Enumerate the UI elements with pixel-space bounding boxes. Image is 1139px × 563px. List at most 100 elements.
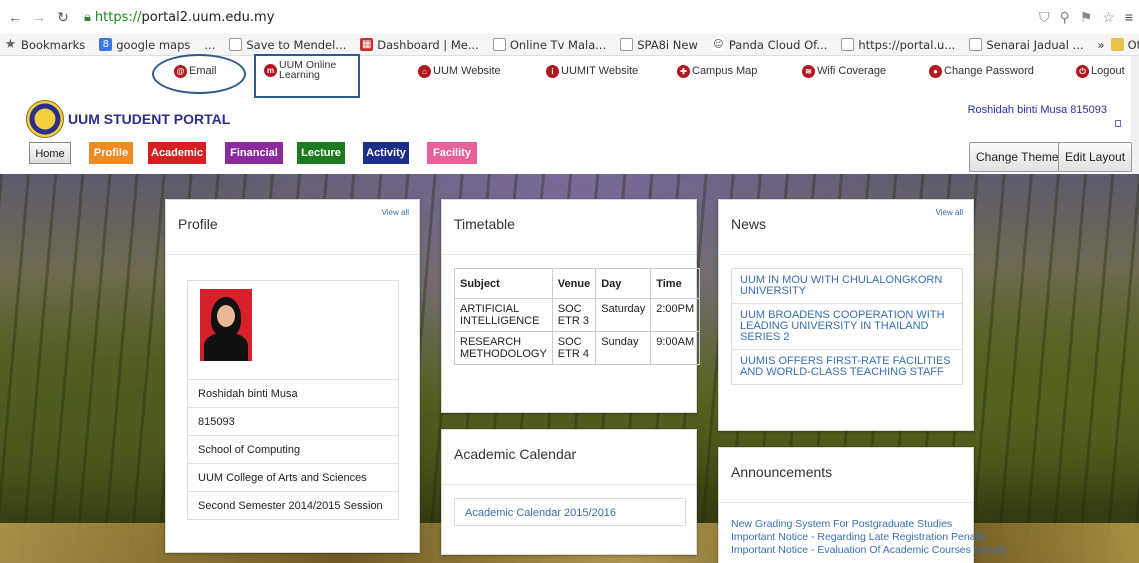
user-name: Roshidah binti Musa 815093 bbox=[967, 104, 1107, 116]
main-nav: Home Profile Academic Financial Lecture … bbox=[0, 142, 1139, 172]
doc-icon bbox=[969, 38, 983, 51]
back-arrow-icon[interactable]: ← bbox=[6, 9, 24, 25]
doc-icon bbox=[492, 38, 506, 51]
profile-session: Second Semester 2014/2015 Session bbox=[188, 491, 398, 519]
doc-icon bbox=[229, 38, 243, 51]
logout-link[interactable]: ⏻ Logout bbox=[1076, 61, 1125, 81]
divider bbox=[719, 502, 973, 503]
divider bbox=[442, 254, 696, 255]
divider bbox=[719, 254, 973, 255]
table-cell: 9:00AM bbox=[650, 331, 701, 365]
profile-card: Roshidah binti Musa 815093 School of Com… bbox=[187, 280, 399, 520]
panel-title: Announcements bbox=[731, 464, 833, 480]
browser-toolbar: ← → ↻ 🔒︎ https://portal2.uum.edu.my ⛉ ⚲ … bbox=[0, 0, 1139, 34]
uum-website-link[interactable]: ⌂ UUM Website bbox=[418, 61, 501, 81]
portal-brand[interactable]: UUM STUDENT PORTAL bbox=[26, 100, 230, 138]
doc-icon bbox=[841, 38, 855, 51]
view-all-link[interactable]: View all bbox=[382, 208, 409, 217]
bookmark-portal[interactable]: https://portal.u... bbox=[841, 38, 955, 52]
bookmark-bookmarks[interactable]: ★ Bookmarks bbox=[4, 37, 86, 52]
bookmark-google-maps[interactable]: 8 google maps bbox=[99, 38, 190, 52]
user-icon: ● bbox=[929, 64, 942, 78]
change-password-link[interactable]: ● Change Password bbox=[929, 61, 1034, 81]
view-all-link[interactable]: View all bbox=[936, 208, 963, 217]
panel-title: News bbox=[731, 216, 767, 232]
bookmark-overflow[interactable]: » bbox=[1098, 38, 1105, 52]
panel-title: Timetable bbox=[454, 216, 515, 232]
annotation-rectangle bbox=[254, 54, 360, 98]
annotation-circle bbox=[152, 54, 246, 94]
divider bbox=[166, 254, 419, 255]
power-icon: ⏻ bbox=[1076, 64, 1089, 78]
academic-calendar-link[interactable]: Academic Calendar 2015/2016 bbox=[454, 498, 686, 526]
bookmark-star-icon[interactable]: ☆ bbox=[1102, 9, 1115, 26]
table-cell: Saturday bbox=[595, 298, 652, 332]
profile-school: School of Computing bbox=[188, 435, 398, 463]
timetable-panel: Timetable Subject Venue Day Time ARTIFIC… bbox=[441, 199, 701, 413]
tab-facility[interactable]: Facility bbox=[427, 142, 477, 164]
map-icon: ✚ bbox=[677, 64, 690, 78]
doc-icon bbox=[620, 38, 634, 51]
bookmark-senarai[interactable]: Senarai Jadual ... bbox=[969, 38, 1084, 52]
news-item[interactable]: UUM BROADENS COOPERATION WITH LEADING UN… bbox=[732, 303, 962, 349]
reload-icon[interactable]: ↻ bbox=[54, 9, 72, 26]
table-cell: 2:00PM bbox=[650, 298, 701, 332]
forward-arrow-icon[interactable]: → bbox=[30, 9, 48, 25]
bookmark-mendeley[interactable]: Save to Mendel... bbox=[229, 38, 346, 52]
lock-icon: 🔒︎ bbox=[84, 9, 91, 24]
bookmark-more[interactable]: ... bbox=[204, 38, 215, 52]
table-header: Time bbox=[650, 268, 701, 299]
folder-icon bbox=[1110, 38, 1124, 51]
tab-profile[interactable]: Profile bbox=[89, 142, 133, 164]
edit-layout-button[interactable]: Edit Layout bbox=[1058, 142, 1133, 172]
table-cell: SOC ETR 4 bbox=[551, 331, 597, 365]
tab-financial[interactable]: Financial bbox=[225, 142, 283, 164]
announcements-panel: Announcements New Grading System For Pos… bbox=[718, 447, 1006, 563]
profile-college: UUM College of Arts and Sciences bbox=[188, 463, 398, 491]
table-cell: Sunday bbox=[595, 331, 652, 365]
announcement-item[interactable]: Important Notice - Evaluation Of Academi… bbox=[731, 544, 1006, 557]
zoom-icon[interactable]: ⚲ bbox=[1059, 9, 1069, 26]
divider bbox=[442, 484, 696, 485]
wifi-icon: ≋ bbox=[802, 64, 815, 78]
address-bar[interactable]: https://portal2.uum.edu.my bbox=[95, 10, 275, 25]
bookmark-online-tv[interactable]: Online Tv Mala... bbox=[492, 38, 606, 52]
bookmark-panda[interactable]: ☺ Panda Cloud Of... bbox=[711, 38, 827, 52]
portal-title: UUM STUDENT PORTAL bbox=[68, 111, 231, 127]
table-header: Day bbox=[595, 268, 652, 299]
extension-icon[interactable]: ⚑ bbox=[1080, 9, 1093, 26]
bookmark-spa8i[interactable]: SPA8i New bbox=[620, 38, 698, 52]
wifi-coverage-link[interactable]: ≋ Wifi Coverage bbox=[802, 61, 886, 81]
announcement-item[interactable]: Important Notice - Regarding Late Regist… bbox=[731, 531, 1006, 544]
news-item[interactable]: UUM IN MOU WITH CHULALONGKORN UNIVERSITY bbox=[732, 269, 962, 303]
bookmark-other[interactable]: Other bookmarks bbox=[1110, 38, 1139, 52]
announcement-item[interactable]: New Grading System For Postgraduate Stud… bbox=[731, 518, 1006, 531]
menu-icon[interactable]: ≡ bbox=[1125, 9, 1133, 26]
star-icon: ★ bbox=[4, 37, 17, 52]
campus-map-link[interactable]: ✚ Campus Map bbox=[677, 61, 757, 81]
timetable-table: Subject Venue Day Time ARTIFICIAL INTELL… bbox=[454, 268, 701, 365]
profile-name: Roshidah binti Musa bbox=[188, 379, 398, 407]
panel-title: Profile bbox=[178, 216, 218, 232]
tab-activity[interactable]: Activity bbox=[363, 142, 409, 164]
announcements-list: New Grading System For Postgraduate Stud… bbox=[731, 518, 1006, 557]
table-header: Subject bbox=[454, 268, 553, 299]
uumit-icon: i bbox=[546, 64, 559, 78]
news-list: UUM IN MOU WITH CHULALONGKORN UNIVERSITY… bbox=[731, 268, 963, 385]
table-row: RESEARCH METHODOLOGY SOC ETR 4 Sunday 9:… bbox=[454, 331, 701, 365]
news-panel: News View all UUM IN MOU WITH CHULALONGK… bbox=[718, 199, 974, 431]
shield-icon[interactable]: ⛉ bbox=[1039, 9, 1050, 26]
change-theme-button[interactable]: Change Theme bbox=[969, 142, 1066, 172]
uum-crest-icon bbox=[26, 100, 64, 138]
panel-title: Academic Calendar bbox=[454, 446, 577, 462]
table-cell: SOC ETR 3 bbox=[551, 298, 597, 332]
tab-lecture[interactable]: Lecture bbox=[297, 142, 345, 164]
uumit-website-link[interactable]: i UUMIT Website bbox=[546, 61, 638, 81]
table-cell: ARTIFICIAL INTELLIGENCE bbox=[454, 298, 553, 332]
tab-academic[interactable]: Academic bbox=[148, 142, 206, 164]
tab-home[interactable]: Home bbox=[29, 142, 71, 164]
dashboard-icon: ▦ bbox=[360, 38, 374, 51]
profile-id: 815093 bbox=[188, 407, 398, 435]
news-item[interactable]: UUMIS OFFERS FIRST-RATE FACILITIES AND W… bbox=[732, 349, 962, 384]
bookmark-dashboard[interactable]: ▦ Dashboard | Me... bbox=[360, 38, 479, 52]
